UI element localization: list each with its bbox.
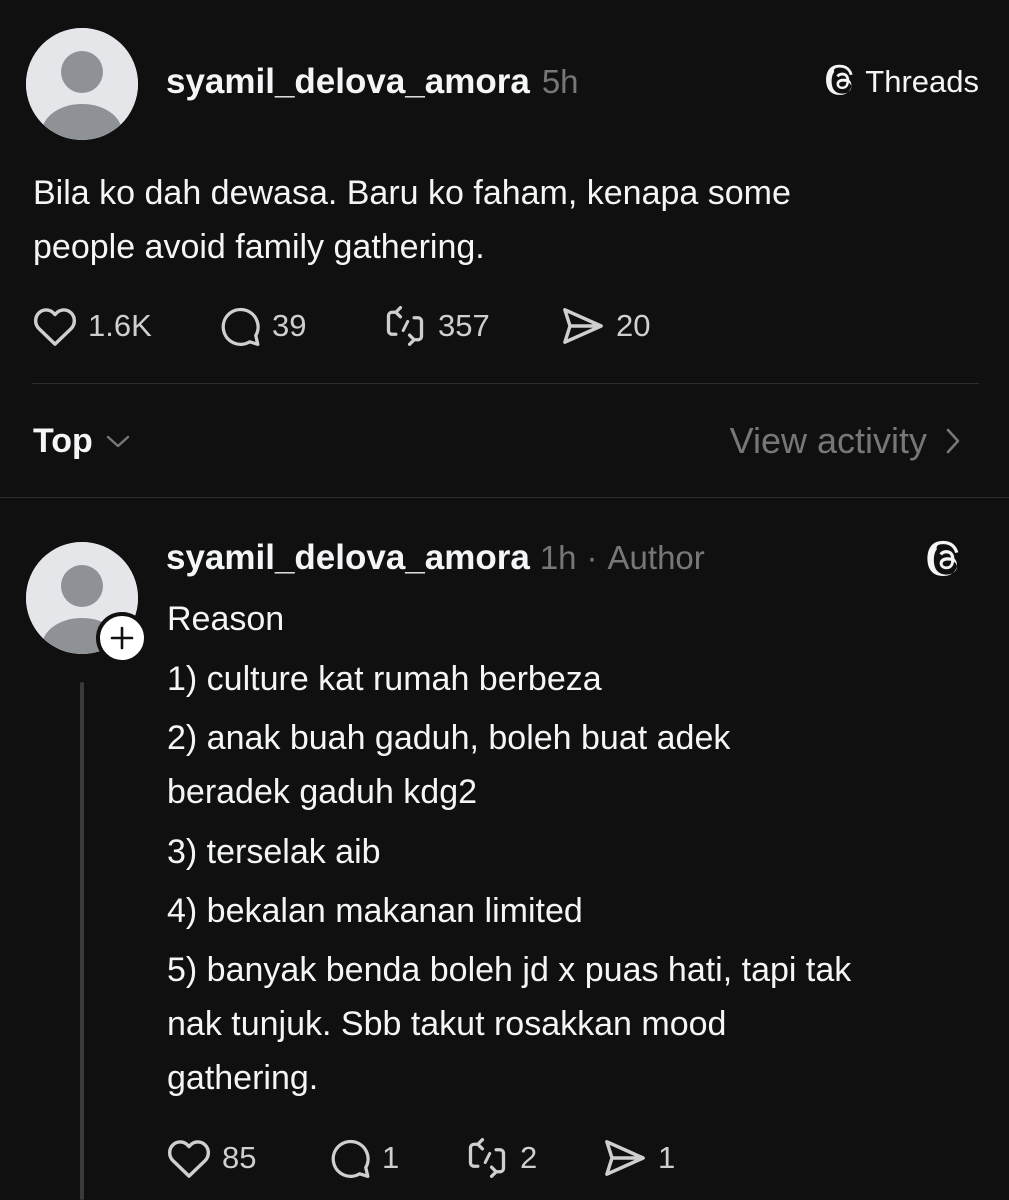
reply-actions: 85 1 2 1 xyxy=(166,1136,675,1180)
chevron-right-icon xyxy=(946,428,960,454)
repost-button[interactable]: 357 xyxy=(382,304,560,348)
post-username[interactable]: syamil_delova_amora xyxy=(166,62,530,102)
reply-text: Reason 1) culture kat rumah berbeza 2) a… xyxy=(167,592,851,1105)
plus-icon xyxy=(110,626,134,650)
post-actions: 1.6K 39 357 20 xyxy=(32,304,650,348)
post-timestamp: 5h xyxy=(541,63,579,100)
reply-text-line: 4) bekalan makanan limited xyxy=(167,892,583,930)
reply-share-count: 1 xyxy=(658,1140,676,1175)
reply-text-line: 5) banyak benda boleh jd x puas hati, ta… xyxy=(167,951,852,989)
reply-repost-count: 2 xyxy=(520,1140,538,1175)
threads-logo-icon xyxy=(826,64,853,95)
reply-threads-icon-button[interactable] xyxy=(926,540,966,587)
reply-text-line: 1) culture kat rumah berbeza xyxy=(167,660,602,698)
reply-like-count: 85 xyxy=(222,1140,257,1175)
view-activity-label: View activity xyxy=(729,420,927,461)
reply-timestamp: 1h xyxy=(539,539,577,576)
reply-text-line: beradek gaduh kdg2 xyxy=(167,773,478,811)
repost-icon xyxy=(468,1138,506,1178)
send-icon xyxy=(605,1140,645,1176)
share-count: 20 xyxy=(616,308,651,343)
reply-reply-button[interactable]: 1 xyxy=(328,1136,464,1180)
reply-reply-count: 1 xyxy=(382,1140,400,1175)
post-text-line: people avoid family gathering. xyxy=(33,228,485,266)
send-icon xyxy=(563,308,603,344)
post-text: Bila ko dah dewasa. Baru ko faham, kenap… xyxy=(33,166,791,274)
reply-text-line: 2) anak buah gaduh, boleh buat adek xyxy=(167,719,731,757)
sort-dropdown[interactable]: Top xyxy=(33,422,131,461)
view-activity-link[interactable]: View activity xyxy=(730,420,961,462)
thread-line xyxy=(80,682,84,1200)
post-avatar[interactable] xyxy=(26,28,138,140)
default-avatar-icon xyxy=(26,28,138,140)
section-divider xyxy=(0,497,1009,498)
comment-icon xyxy=(331,1139,370,1178)
reply-like-button[interactable]: 85 xyxy=(166,1137,328,1179)
threads-brand[interactable]: Threads xyxy=(825,64,979,100)
reply-text-line: Reason xyxy=(167,600,285,638)
reply-text-line: gathering. xyxy=(167,1059,319,1097)
repost-icon xyxy=(386,306,424,346)
heart-icon xyxy=(33,308,77,346)
repost-count: 357 xyxy=(438,308,490,343)
follow-button[interactable] xyxy=(96,612,148,664)
post-text-line: Bila ko dah dewasa. Baru ko faham, kenap… xyxy=(33,174,791,212)
reply-text-line: nak tunjuk. Sbb takut rosakkan mood xyxy=(167,1005,727,1043)
reply-username[interactable]: syamil_delova_amora xyxy=(166,538,530,578)
threads-logo-icon xyxy=(927,540,959,577)
post-header: syamil_delova_amora 5h xyxy=(166,62,579,102)
threads-brand-label: Threads xyxy=(865,64,979,99)
like-button[interactable]: 1.6K xyxy=(32,305,218,347)
sort-label: Top xyxy=(33,422,93,460)
reply-share-button[interactable]: 1 xyxy=(602,1137,675,1179)
chevron-down-icon xyxy=(106,435,129,447)
reply-header: syamil_delova_amora 1h · Author xyxy=(166,538,705,578)
reply-repost-button[interactable]: 2 xyxy=(464,1136,602,1180)
share-button[interactable]: 20 xyxy=(560,305,650,347)
reply-text-line: 3) terselak aib xyxy=(167,833,381,871)
reply-button[interactable]: 39 xyxy=(218,304,382,348)
comment-icon xyxy=(221,307,260,346)
heart-icon xyxy=(167,1140,211,1178)
meta-separator: · xyxy=(586,539,598,576)
like-count: 1.6K xyxy=(88,308,152,343)
reply-count: 39 xyxy=(272,308,307,343)
post-divider xyxy=(32,383,979,384)
author-badge: Author xyxy=(607,539,705,576)
